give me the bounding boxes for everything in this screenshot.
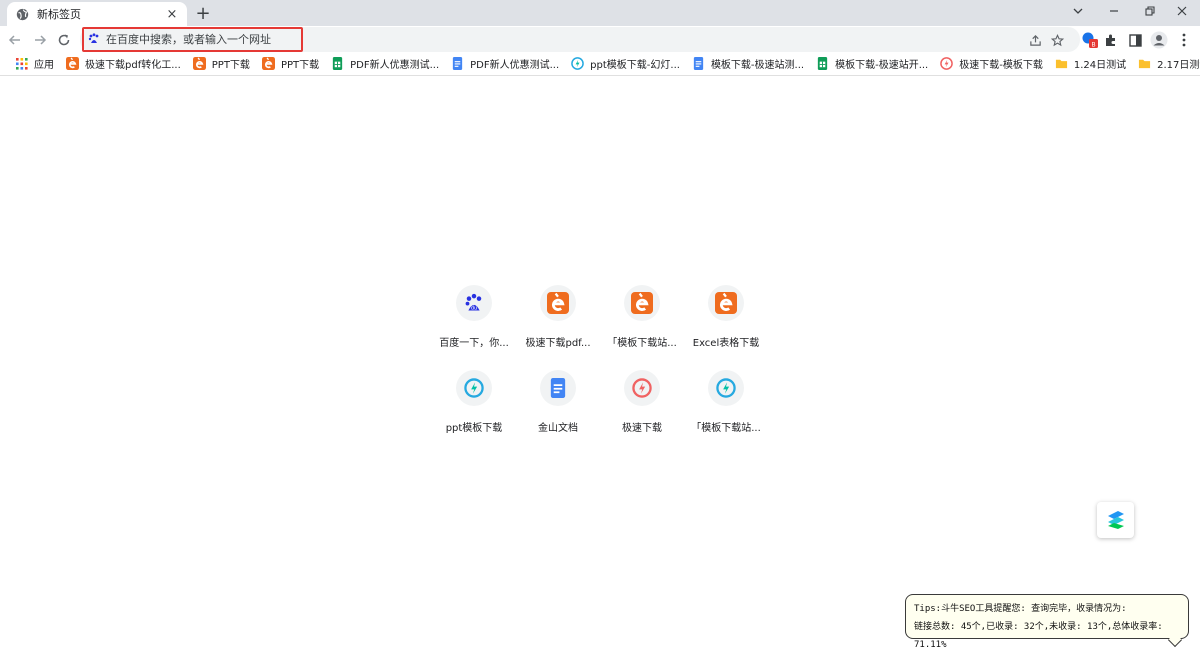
share-icon[interactable] (1026, 31, 1044, 49)
shortcut-tile[interactable]: 极速下载pdf... (516, 285, 600, 349)
apps-grid-icon (15, 57, 28, 70)
tab-strip: 新标签页 × + (0, 0, 1200, 26)
shortcut-tile[interactable]: ppt模板下载 (432, 370, 516, 434)
e-orange-icon (624, 285, 660, 321)
shortcut-label: 「模板下载站... (691, 419, 761, 434)
folder-icon (1055, 57, 1068, 70)
sheets-green-icon (816, 57, 829, 70)
bookmark-label: ppt模板下载-幻灯... (590, 56, 680, 71)
back-arrow-icon[interactable] (4, 29, 26, 51)
sheets-green-icon (331, 57, 344, 70)
bookmark-label: 模板下载-极速站测... (711, 56, 804, 71)
shortcut-tile[interactable]: 「模板下载站... (684, 370, 768, 434)
docs-blue-icon (540, 370, 576, 406)
layered-s-icon (1104, 508, 1128, 532)
shortcut-label: 极速下载 (622, 419, 662, 434)
shortcut-label: 极速下载pdf... (525, 334, 590, 349)
svg-text:du: du (471, 306, 477, 312)
bookmark-item[interactable]: 模板下载-极速站测... (687, 54, 809, 72)
svg-text:B: B (1091, 42, 1095, 49)
bookmark-label: PPT下载 (281, 56, 319, 71)
bookmark-item[interactable]: 1.24日测试 (1050, 54, 1131, 72)
speed-teal-icon (456, 370, 492, 406)
shortcut-tile[interactable]: Excel表格下载 (684, 285, 768, 349)
bookmark-label: 极速下载-模板下载 (959, 56, 1043, 71)
bookmark-item[interactable]: PDF新人优惠测试... (446, 54, 564, 72)
bookmark-item[interactable]: 模板下载-极速站开... (811, 54, 933, 72)
profile-avatar-icon[interactable] (1149, 30, 1169, 50)
speed-red-icon (940, 57, 953, 70)
tab-title: 新标签页 (37, 6, 165, 22)
docs-blue-icon (451, 57, 464, 70)
shortcut-label: 金山文档 (538, 419, 578, 434)
e-orange-icon (540, 285, 576, 321)
reload-icon[interactable] (53, 29, 75, 51)
shortcut-label: 百度一下，你... (439, 334, 509, 349)
speed-teal-icon (571, 57, 584, 70)
bookmark-label: 2.17日测试 (1157, 56, 1200, 71)
toolbar-divider (0, 75, 1200, 76)
toolbar (0, 26, 1200, 53)
shortcut-tile[interactable]: 「模板下载站... (600, 285, 684, 349)
e-orange-icon (708, 285, 744, 321)
docs-blue-icon (692, 57, 705, 70)
shortcut-label: 「模板下载站... (607, 334, 677, 349)
shortcut-tile[interactable]: 金山文档 (516, 370, 600, 434)
bookmark-item[interactable]: 极速下载-模板下载 (935, 54, 1048, 72)
e-orange-icon (66, 57, 79, 70)
bookmark-label: PDF新人优惠测试... (350, 56, 439, 71)
bookmarks-bar: 应用 极速下载pdf转化工... PPT下载 PPT下载 PDF新人优惠测试... PDF… (0, 53, 1200, 73)
bookmark-item[interactable]: ppt模板下载-幻灯... (566, 54, 685, 72)
folder-icon (1138, 57, 1151, 70)
bookmark-label: 模板下载-极速站开... (835, 56, 928, 71)
bookmark-label: 应用 (34, 56, 54, 71)
tab-close-icon[interactable]: × (165, 7, 179, 21)
baidu-paw-icon (88, 30, 100, 49)
shortcuts-grid: du 百度一下，你... 极速下载pdf... 「模板下载站... Excel表格下载 p… (432, 285, 768, 434)
restore-icon[interactable] (1132, 0, 1168, 22)
tab-new-tab[interactable]: 新标签页 × (7, 2, 187, 26)
bookmark-item[interactable]: PDF新人优惠测试... (326, 54, 444, 72)
new-tab-button[interactable]: + (193, 3, 213, 23)
bookmark-item[interactable]: 应用 (10, 54, 59, 72)
speed-teal-icon (708, 370, 744, 406)
side-panel-icon[interactable] (1125, 30, 1145, 50)
shortcut-tile[interactable]: du 百度一下，你... (432, 285, 516, 349)
window-close-icon[interactable] (1164, 0, 1200, 22)
baidu-paw-icon: du (456, 285, 492, 321)
menu-kebab-icon[interactable] (1174, 30, 1194, 50)
shortcut-label: Excel表格下载 (693, 334, 760, 349)
tab-search-dropdown-icon[interactable] (1060, 0, 1096, 22)
seo-tips-tooltip: Tips:斗牛SEO工具提醒您: 查询完毕，收录情况为: 链接总数: 45个,已… (905, 594, 1189, 639)
bookmark-label: PPT下载 (212, 56, 250, 71)
bookmark-item[interactable]: 极速下载pdf转化工... (61, 54, 186, 72)
bookmark-label: 1.24日测试 (1074, 56, 1126, 71)
speed-red-icon (624, 370, 660, 406)
shortcut-tile[interactable]: 极速下载 (600, 370, 684, 434)
omnibox-input[interactable] (106, 33, 506, 46)
bookmark-item[interactable]: PPT下载 (188, 54, 255, 72)
globe-icon (15, 7, 29, 21)
omnibox[interactable] (80, 27, 1080, 52)
tips-line-2: 链接总数: 45个,已收录: 32个,未收录: 13个,总体收录率: 71.11… (914, 618, 1180, 654)
bookmark-item[interactable]: PPT下载 (257, 54, 324, 72)
e-orange-icon (262, 57, 275, 70)
bookmark-item[interactable]: 2.17日测试 (1133, 54, 1200, 72)
bookmark-label: PDF新人优惠测试... (470, 56, 559, 71)
forward-arrow-icon[interactable] (29, 29, 51, 51)
minimize-icon[interactable] (1096, 0, 1132, 22)
floating-extension-button[interactable] (1097, 502, 1134, 538)
tips-line-1: Tips:斗牛SEO工具提醒您: 查询完毕，收录情况为: (914, 600, 1180, 618)
extensions-puzzle-icon[interactable] (1101, 30, 1121, 50)
shortcut-label: ppt模板下载 (446, 419, 503, 434)
e-orange-icon (193, 57, 206, 70)
extension-translate-icon[interactable]: B (1080, 30, 1100, 50)
bookmark-label: 极速下载pdf转化工... (85, 56, 181, 71)
bookmark-star-icon[interactable] (1048, 31, 1066, 49)
